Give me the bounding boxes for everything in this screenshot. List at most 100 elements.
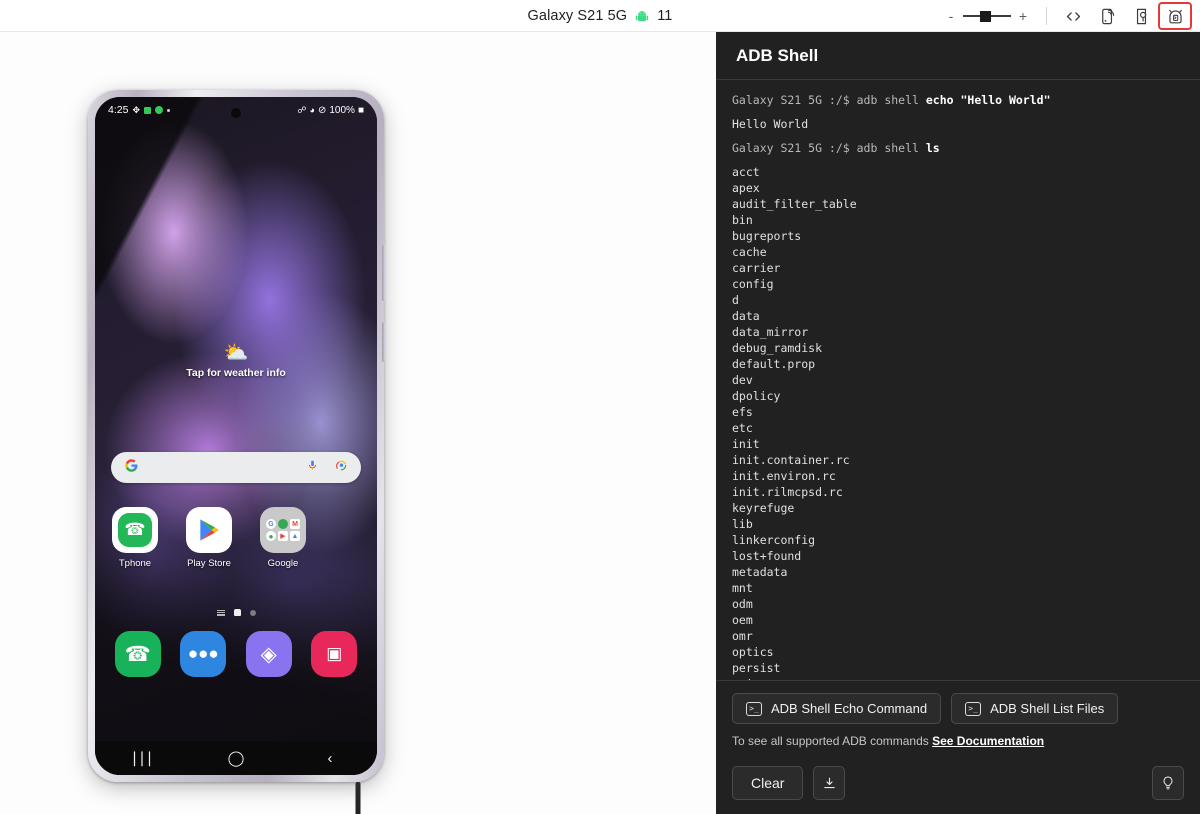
download-icon[interactable] bbox=[813, 766, 846, 800]
status-indicator-dot bbox=[154, 106, 163, 114]
lightbulb-icon[interactable] bbox=[1152, 766, 1184, 800]
microphone-icon[interactable] bbox=[306, 459, 319, 477]
console-file-entry: persist bbox=[732, 661, 781, 675]
adb-shell-icon[interactable] bbox=[1158, 2, 1192, 30]
app-label: Play Store bbox=[187, 558, 231, 569]
terminal-icon: >_ bbox=[746, 701, 762, 716]
console-file-list: acct apex audit_filter_table bin bugreports c… bbox=[732, 164, 1184, 680]
see-documentation-link[interactable]: See Documentation bbox=[932, 734, 1044, 748]
console-file-entry: dpolicy bbox=[732, 389, 781, 403]
clear-button[interactable]: Clear bbox=[732, 766, 804, 800]
device-inspect-icon[interactable] bbox=[1124, 2, 1158, 30]
phone-screen[interactable]: 4:25 ✥ ☍ ◕ ⊘ 100% ■ ⛅ Tap for weather in… bbox=[95, 97, 377, 775]
charging-cable bbox=[355, 782, 361, 814]
battery-percent: 100% bbox=[329, 104, 355, 116]
zoom-slider-handle[interactable] bbox=[980, 10, 991, 22]
console-file-entry: debug_ramdisk bbox=[732, 341, 823, 355]
zoom-slider[interactable] bbox=[961, 4, 1013, 28]
app-label: Google bbox=[267, 558, 299, 569]
adb-panel-title: ADB Shell bbox=[716, 32, 1200, 80]
android-version: 11 bbox=[657, 8, 673, 24]
link-icon: ☍ bbox=[297, 104, 307, 115]
google-lens-icon[interactable] bbox=[335, 459, 348, 477]
volume-button[interactable] bbox=[382, 245, 385, 301]
documentation-hint-text: To see all supported ADB commands bbox=[732, 734, 933, 748]
console-file-entry: prism bbox=[732, 676, 1184, 680]
adb-shell-list-files-button[interactable]: >_ ADB Shell List Files bbox=[951, 693, 1119, 724]
console-file-entry: init.container.rc bbox=[732, 453, 850, 467]
console-file-entry: default.prop bbox=[732, 357, 816, 371]
console-file-entry: carrier bbox=[732, 261, 781, 275]
console-file-entry: optics bbox=[732, 645, 774, 659]
battery-icon: ■ bbox=[357, 104, 364, 116]
power-button[interactable] bbox=[382, 322, 385, 362]
app-item[interactable]: ☎ Tphone bbox=[109, 507, 161, 569]
console-file-entry: keyrefuge bbox=[732, 501, 795, 515]
console-command-line: Galaxy S21 5G :/$ adb shell ls bbox=[732, 140, 1184, 156]
console-file-entry: init.environ.rc bbox=[732, 469, 836, 483]
console-file-entry: data bbox=[732, 309, 760, 323]
adb-console-output[interactable]: Galaxy S21 5G :/$ adb shell echo "Hello … bbox=[716, 80, 1200, 681]
weather-label: Tap for weather info bbox=[186, 367, 286, 379]
status-time: 4:25 bbox=[108, 104, 129, 116]
console-file-entry: data_mirror bbox=[732, 325, 809, 339]
console-file-entry: omr bbox=[732, 629, 753, 643]
app-list-icon bbox=[216, 609, 225, 616]
recent-apps-button[interactable]: ∣∣∣ bbox=[114, 749, 170, 767]
console-file-entry: d bbox=[732, 293, 739, 307]
app-label: Tphone bbox=[118, 558, 152, 569]
home-button[interactable]: ◯ bbox=[208, 749, 264, 767]
console-file-entry: lost+found bbox=[732, 549, 802, 563]
page-dot bbox=[249, 609, 256, 616]
phone-icon: ☎ bbox=[112, 507, 158, 553]
documentation-hint: To see all supported ADB commands See Do… bbox=[732, 734, 1184, 748]
back-button[interactable]: ‹ bbox=[302, 750, 358, 767]
console-file-entry: oem bbox=[732, 613, 753, 627]
google-search-bar[interactable] bbox=[111, 452, 361, 483]
device-mirror-pane[interactable]: 4:25 ✥ ☍ ◕ ⊘ 100% ■ ⛅ Tap for weather in… bbox=[0, 32, 716, 814]
console-file-entry: bin bbox=[732, 213, 753, 227]
wifi-icon: ◕ bbox=[309, 105, 315, 115]
device-stream-icon[interactable] bbox=[1090, 2, 1124, 30]
console-file-entry: dev bbox=[732, 373, 753, 387]
console-command: ls bbox=[925, 141, 940, 155]
adb-shell-echo-command-button[interactable]: >_ ADB Shell Echo Command bbox=[732, 693, 942, 724]
console-prompt: Galaxy S21 5G :/$ adb shell bbox=[732, 93, 926, 107]
google-g-icon bbox=[124, 458, 139, 478]
app-item[interactable]: Play Store bbox=[183, 507, 235, 569]
adb-panel-footer: >_ ADB Shell Echo Command >_ ADB Shell L… bbox=[716, 681, 1200, 814]
dock-internet[interactable]: ◈ bbox=[245, 631, 292, 677]
weather-widget[interactable]: ⛅ Tap for weather info bbox=[95, 342, 377, 379]
console-file-entry: lib bbox=[732, 517, 753, 531]
console-file-entry: apex bbox=[732, 181, 760, 195]
google-folder-icon: G M ● ▶ ▲ bbox=[260, 507, 306, 553]
console-file-entry: mnt bbox=[732, 581, 753, 595]
status-bar-right: ☍ ◕ ⊘ 100% ■ bbox=[297, 105, 364, 116]
console-file-entry: init.rilmcpsd.rc bbox=[732, 485, 843, 499]
sun-behind-cloud-icon: ⛅ bbox=[223, 342, 249, 364]
dock-camera[interactable]: ▣ bbox=[311, 631, 358, 677]
console-file-entry: bugreports bbox=[732, 229, 802, 243]
front-camera-punch-hole bbox=[230, 107, 242, 119]
zoom-control: - + bbox=[941, 4, 1033, 28]
bluetooth-icon: ✥ bbox=[132, 104, 140, 115]
button-label: ADB Shell List Files bbox=[990, 701, 1105, 716]
dock-messages[interactable]: ●●● bbox=[180, 631, 227, 677]
terminal-icon: >_ bbox=[965, 701, 982, 716]
zoom-in-button[interactable]: + bbox=[1013, 4, 1033, 28]
console-file-entry: linkerconfig bbox=[732, 533, 816, 547]
toolbar-actions: - + bbox=[941, 0, 1192, 32]
status-bar-left: 4:25 ✥ bbox=[108, 104, 170, 116]
phone-device: 4:25 ✥ ☍ ◕ ⊘ 100% ■ ⛅ Tap for weather in… bbox=[88, 90, 385, 782]
navigation-bar: ∣∣∣ ◯ ‹ bbox=[95, 741, 377, 775]
dock-phone[interactable]: ☎ bbox=[114, 631, 161, 677]
adb-quick-actions: >_ ADB Shell Echo Command >_ ADB Shell L… bbox=[732, 693, 1184, 724]
dock: ☎ ●●● ◈ ▣ bbox=[95, 631, 377, 677]
code-icon[interactable] bbox=[1056, 2, 1090, 30]
app-grid: ☎ Tphone Play Store G M ● ▶ ▲ Google bbox=[95, 507, 377, 569]
console-prompt: Galaxy S21 5G :/$ adb shell bbox=[732, 141, 926, 155]
no-sim-icon: ⊘ bbox=[317, 104, 327, 116]
home-screen: 4:25 ✥ ☍ ◕ ⊘ 100% ■ ⛅ Tap for weather in… bbox=[95, 97, 377, 775]
app-item[interactable]: G M ● ▶ ▲ Google bbox=[257, 507, 309, 569]
zoom-out-button[interactable]: - bbox=[941, 4, 961, 28]
